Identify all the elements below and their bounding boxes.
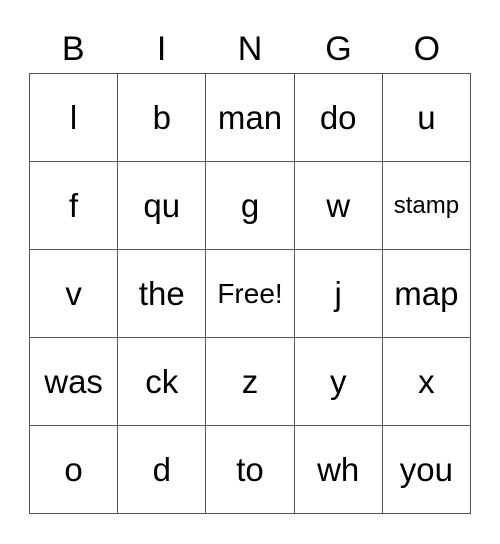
header-letter-o: O: [413, 30, 441, 68]
bingo-cell[interactable]: g: [206, 162, 295, 250]
bingo-cell[interactable]: ck: [118, 338, 207, 426]
bingo-cell[interactable]: do: [294, 74, 383, 162]
bingo-cell[interactable]: o: [30, 426, 119, 514]
bingo-cell[interactable]: z: [206, 338, 295, 426]
bingo-cell[interactable]: wh: [294, 426, 383, 514]
bingo-board: l b man do u f qu g w stamp v the Free! …: [29, 73, 471, 514]
bingo-cell[interactable]: f: [30, 162, 119, 250]
bingo-cell[interactable]: stamp: [382, 162, 471, 250]
header-letter-b: B: [61, 30, 85, 68]
bingo-cell[interactable]: you: [382, 426, 471, 514]
bingo-cell[interactable]: y: [294, 338, 383, 426]
bingo-cell[interactable]: qu: [118, 162, 207, 250]
bingo-cell[interactable]: w: [294, 162, 383, 250]
bingo-cell[interactable]: x: [382, 338, 471, 426]
header-letter-n: N: [237, 30, 263, 68]
bingo-cell[interactable]: j: [294, 250, 383, 338]
bingo-cell[interactable]: the: [118, 250, 207, 338]
bingo-cell[interactable]: man: [206, 74, 295, 162]
header-letter-i: I: [156, 30, 167, 68]
bingo-cell[interactable]: l: [30, 74, 119, 162]
bingo-cell[interactable]: map: [382, 250, 471, 338]
bingo-cell[interactable]: d: [118, 426, 207, 514]
bingo-header: B I N G O: [29, 26, 471, 72]
free-space-cell[interactable]: Free!: [206, 250, 295, 338]
bingo-cell[interactable]: u: [382, 74, 471, 162]
header-letter-g: G: [325, 30, 352, 68]
bingo-cell[interactable]: was: [30, 338, 119, 426]
bingo-cell[interactable]: to: [206, 426, 295, 514]
bingo-cell[interactable]: v: [30, 250, 119, 338]
bingo-cell[interactable]: b: [118, 74, 207, 162]
